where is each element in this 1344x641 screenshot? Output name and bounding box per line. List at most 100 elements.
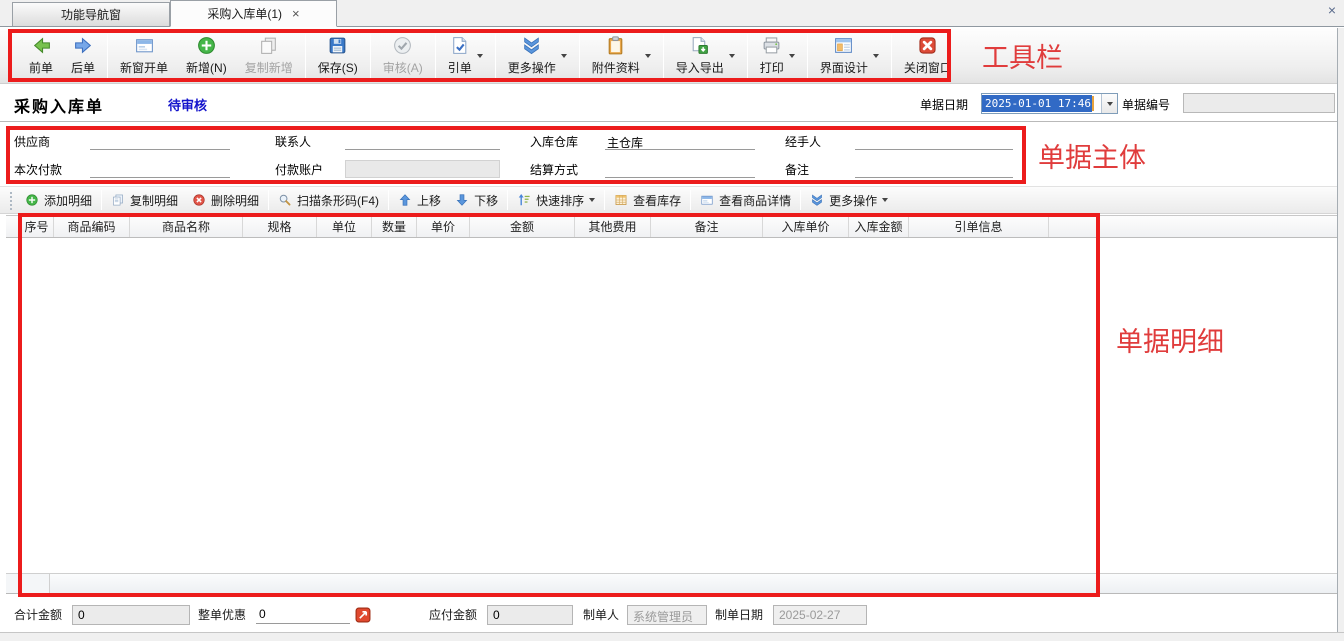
scan-barcode-button[interactable]: 扫描条形码(F4) [271,188,386,212]
column-header-qty[interactable]: 数量 [372,216,417,237]
remark-input[interactable] [855,160,1013,178]
detail-more-actions-button[interactable]: 更多操作 [803,188,895,212]
dropdown-caret-icon[interactable] [589,198,595,202]
copy-detail-button[interactable]: 复制明细 [104,188,185,212]
date-dropdown-button[interactable] [1101,94,1117,113]
column-header-seq[interactable]: 序号 [20,216,54,237]
clipboard-icon [605,35,626,56]
discount-edit-icon[interactable] [355,607,371,623]
delete-detail-button[interactable]: 删除明细 [185,188,266,212]
dropdown-caret-icon[interactable] [789,54,795,58]
add-detail-button[interactable]: 添加明细 [18,188,99,212]
tab-function-nav[interactable]: 功能导航窗 [12,2,170,26]
dropdown-caret-icon[interactable] [873,54,879,58]
plus-circle-icon [25,193,39,207]
column-header-amount[interactable]: 金额 [470,216,575,237]
doc-date-label: 单据日期 [920,96,968,113]
chevron-down-icon [1107,102,1113,106]
grid-body[interactable] [6,239,1337,573]
tab-purchase-inbound[interactable]: 采购入库单(1) × [170,0,337,27]
delete-circle-icon [192,193,206,207]
dropdown-caret-icon[interactable] [729,54,735,58]
view-stock-button[interactable]: 查看库存 [607,188,688,212]
import-export-button[interactable]: 导入导出 [667,31,744,81]
payment-label: 本次付款 [14,161,90,178]
ui-design-button[interactable]: 界面设计 [811,31,888,81]
copy-new-button[interactable]: 复制新增 [236,31,302,81]
supplier-input[interactable] [90,132,230,150]
payment-input[interactable] [90,160,230,178]
form-row-2: 本次付款 付款账户 结算方式 备注 [0,157,1337,181]
tab-bar: 功能导航窗 采购入库单(1) × × [0,0,1344,27]
column-header-unit[interactable]: 单位 [317,216,372,237]
quick-sort-button[interactable]: 快速排序 [510,188,602,212]
created-date-label: 制单日期 [715,606,773,623]
toolbar-grip[interactable] [10,38,12,74]
attachments-button[interactable]: 附件资料 [583,31,660,81]
double-chevron-down-icon [521,35,542,56]
column-header-pull-info[interactable]: 引单信息 [909,216,1049,237]
doc-number-input[interactable] [1183,93,1335,113]
column-header-inbound-price[interactable]: 入库单价 [763,216,849,237]
doc-date-input[interactable]: 2025-01-01 17:46 [981,93,1118,114]
created-date-field: 2025-02-27 [773,605,867,625]
tab-close-icon[interactable]: × [292,6,300,21]
tab-label: 采购入库单(1) [207,5,282,22]
contact-label: 联系人 [275,133,345,150]
detail-toolbar-grip[interactable] [10,192,12,210]
toolbar-separator [663,34,664,78]
column-header-remark[interactable]: 备注 [651,216,763,237]
doc-date-value: 2025-01-01 17:46 [982,95,1092,112]
column-header-spec[interactable]: 规格 [243,216,317,237]
pull-doc-button[interactable]: 引单 [439,31,492,81]
stock-grid-icon [614,193,628,207]
dropdown-caret-icon[interactable] [561,54,567,58]
column-header-code[interactable]: 商品编码 [54,216,130,237]
toolbar-separator [388,190,389,210]
save-button[interactable]: 保存(S) [309,31,367,81]
payment-account-input[interactable] [345,160,500,178]
import-export-icon [689,35,710,56]
handler-label: 经手人 [785,133,855,150]
payable-amount-field: 0 [487,605,573,625]
dropdown-caret-icon[interactable] [645,54,651,58]
window-close-icon[interactable]: × [1328,3,1336,17]
more-actions-button[interactable]: 更多操作 [499,31,576,81]
plus-circle-icon [196,35,217,56]
column-header-inbound-amount[interactable]: 入库金额 [849,216,909,237]
doc-header: 采购入库单 待审核 单据日期 2025-01-01 17:46 单据编号 [0,85,1337,122]
toolbar-separator [435,34,436,78]
handler-input[interactable] [855,132,1013,150]
view-product-detail-button[interactable]: 查看商品详情 [693,188,798,212]
footer-bar: 合计金额 0 整单优惠 0 应付金额 0 制单人 系统管理员 制单日期 2025… [0,597,1337,632]
column-header-name[interactable]: 商品名称 [130,216,243,237]
settlement-label: 结算方式 [530,161,605,178]
new-window-doc-button[interactable]: 新窗开单 [111,31,177,81]
discount-input[interactable]: 0 [256,605,350,624]
column-header-filler [1049,216,1337,237]
next-doc-button[interactable]: 后单 [62,31,104,81]
contact-input[interactable] [345,132,500,150]
creator-label: 制单人 [583,606,627,623]
save-icon [327,35,348,56]
settlement-input[interactable] [605,160,755,178]
dropdown-caret-icon[interactable] [882,198,888,202]
column-header-price[interactable]: 单价 [417,216,470,237]
warehouse-input[interactable]: 主仓库 [605,132,755,150]
prev-doc-button[interactable]: 前单 [20,31,62,81]
toolbar-separator [807,34,808,78]
toolbar-separator [370,34,371,78]
total-amount-field: 0 [72,605,190,625]
close-window-button[interactable]: 关闭窗口 [895,31,961,81]
move-up-button[interactable]: 上移 [391,188,448,212]
tab-label: 功能导航窗 [61,6,121,23]
move-down-button[interactable]: 下移 [448,188,505,212]
audit-button[interactable]: 审核(A) [374,31,432,81]
creator-field: 系统管理员 [627,605,707,625]
column-header-other-fee[interactable]: 其他费用 [575,216,651,237]
print-button[interactable]: 打印 [751,31,804,81]
arrow-up-icon [398,193,412,207]
dropdown-caret-icon[interactable] [477,54,483,58]
add-new-button[interactable]: 新增(N) [177,31,236,81]
grid-summary-corner [6,574,50,593]
